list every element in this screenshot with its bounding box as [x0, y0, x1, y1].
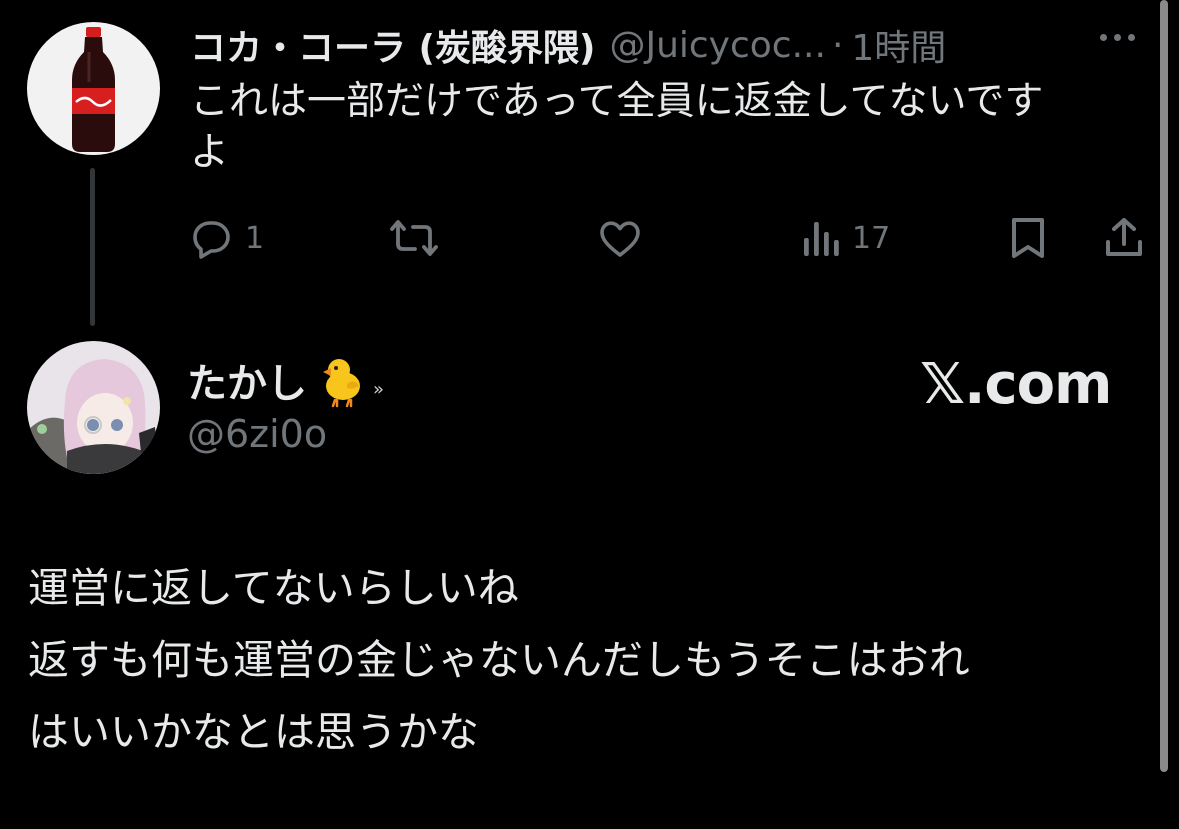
tweet2-text: 運営に返してないらしいね 返すも何も運営の金じゃないんだしもうそこはおれ はいい…	[28, 552, 1148, 768]
tweet2-text-line: はいいかなとは思うかな	[28, 708, 479, 756]
tweet1-time[interactable]: 1時間	[851, 19, 946, 71]
tweet2-display-name[interactable]: たかし	[187, 351, 307, 409]
like-button[interactable]	[596, 214, 644, 262]
tweet2-text-line: 返すも何も運営の金じゃないんだしもうそこはおれ	[28, 636, 970, 684]
bookmark-icon	[1012, 218, 1044, 258]
tweet1-text: これは一部だけであって全員に返金してないです よ	[190, 76, 1130, 178]
retweet-icon	[390, 220, 438, 256]
chick-emoji-icon	[323, 359, 360, 408]
tweet1-text-line: よ	[190, 130, 230, 175]
more-horizontal-icon[interactable]	[1100, 34, 1135, 41]
tweet1-header: コカ・コーラ (炭酸界隈) @Juicycoc... · 1時間	[190, 19, 946, 71]
tweet2-text-line: 運営に返してないらしいね	[28, 564, 519, 612]
share-icon	[1106, 218, 1142, 256]
tweet1-handle[interactable]: @Juicycoc...	[609, 25, 825, 66]
scrollbar[interactable]	[1160, 0, 1168, 772]
bookmark-button[interactable]	[1006, 214, 1050, 262]
more-dot	[1100, 34, 1107, 41]
views-button[interactable]: 17	[802, 214, 890, 262]
tweet2-handle[interactable]: @6zi0o	[187, 412, 327, 456]
retweet-button[interactable]	[388, 214, 440, 262]
name-suffix: »	[373, 378, 385, 400]
views-icon	[804, 222, 839, 256]
tweet1-action-bar: 1 17	[0, 214, 1179, 262]
avatar-takashi[interactable]	[27, 341, 160, 474]
views-count: 17	[852, 220, 891, 256]
tweet2-name-row: たかし »	[187, 350, 384, 410]
reply-button[interactable]: 1	[187, 214, 264, 262]
avatar-coca-cola[interactable]	[27, 22, 160, 155]
tweet1-separator: ·	[831, 24, 844, 66]
reply-count: 1	[245, 220, 265, 256]
more-dot	[1114, 34, 1121, 41]
x-com-watermark: 𝕏.com	[920, 352, 1112, 417]
tweet1-display-name[interactable]: コカ・コーラ (炭酸界隈)	[190, 19, 595, 71]
tweet1-text-line: これは一部だけであって全員に返金してないです	[190, 79, 1044, 124]
more-dot	[1128, 34, 1135, 41]
reply-icon	[193, 221, 230, 259]
share-button[interactable]	[1100, 214, 1148, 262]
heart-icon	[600, 221, 640, 257]
